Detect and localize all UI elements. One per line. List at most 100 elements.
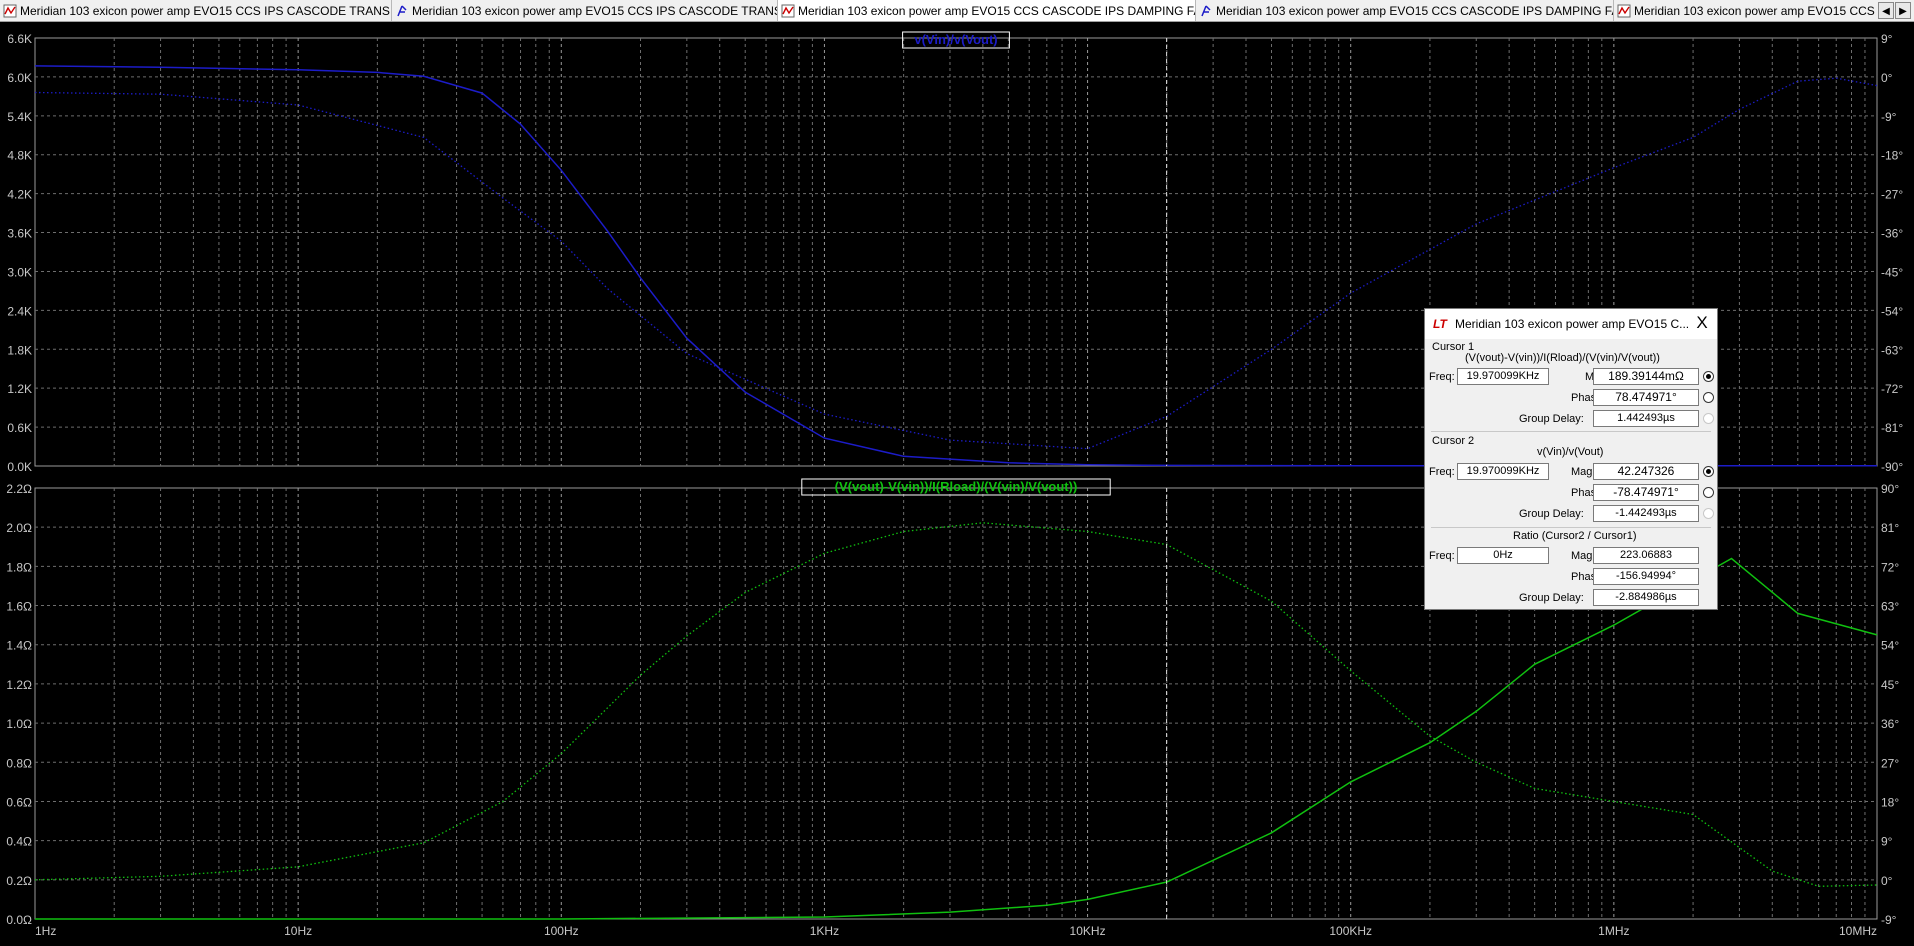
x-tick-label: 1Hz bbox=[35, 924, 56, 938]
y2-tick-label: 18° bbox=[1881, 795, 1899, 809]
cursor2-freq-label: Freq: bbox=[1429, 466, 1455, 478]
tab-damping-factor-waveform[interactable]: Meridian 103 exicon power amp EVO15 CCS … bbox=[778, 0, 1196, 21]
y-tick-label: 2.4K bbox=[7, 304, 32, 318]
y2-tick-label: 0° bbox=[1881, 874, 1893, 888]
y2-tick-label: 0° bbox=[1881, 71, 1893, 85]
x-tick-label: 10MHz bbox=[1839, 924, 1877, 938]
x-tick-label: 1KHz bbox=[810, 924, 839, 938]
dialog-titlebar[interactable]: LT Meridian 103 exicon power amp EVO15 C… bbox=[1425, 309, 1717, 339]
y-tick-label: 5.4K bbox=[7, 110, 32, 124]
tab-label: Meridian 103 exicon power amp EVO15 CCS … bbox=[20, 4, 392, 18]
y2-tick-label: -36° bbox=[1881, 227, 1903, 241]
y-tick-label: 4.2K bbox=[7, 188, 32, 202]
y-tick-label: 3.0K bbox=[7, 265, 32, 279]
y-tick-label: 0.8Ω bbox=[6, 756, 32, 770]
tab-scroll-right-button[interactable]: ▶ bbox=[1895, 2, 1911, 19]
y-tick-label: 1.8K bbox=[7, 343, 32, 357]
schematic-icon bbox=[397, 5, 407, 17]
ratio-phase-field[interactable]: -156.94994° bbox=[1593, 568, 1699, 585]
cursor1-group-delay-field[interactable]: 1.442493µs bbox=[1593, 410, 1699, 427]
y-tick-label: 6.6K bbox=[7, 32, 32, 46]
y2-tick-label: -54° bbox=[1881, 304, 1903, 318]
tab-damping-factor-schematic[interactable]: Meridian 103 exicon power amp EVO15 CCS … bbox=[1196, 0, 1614, 21]
cursor1-mag-field[interactable]: 189.39144mΩ bbox=[1593, 368, 1699, 385]
y-tick-label: 1.8Ω bbox=[6, 560, 32, 574]
x-tick-label: 100KHz bbox=[1329, 924, 1372, 938]
y2-tick-label: 72° bbox=[1881, 560, 1899, 574]
y2-tick-label: -90° bbox=[1881, 460, 1903, 474]
cursor1-freq-field[interactable]: 19.970099KHz bbox=[1457, 368, 1549, 385]
ratio-mag-label: Mag: bbox=[1571, 550, 1596, 562]
cursor1-phase-field[interactable]: 78.474971° bbox=[1593, 389, 1699, 406]
tab-ips-waveform[interactable]: Meridian 103 exicon power amp EVO15 CCS … bbox=[1614, 0, 1876, 21]
cursor2-freq-field[interactable]: 19.970099KHz bbox=[1457, 463, 1549, 480]
trace-title: (V(vout)-V(vin))/I(Rload)/(V(vin)/V(vout… bbox=[835, 479, 1078, 494]
y-tick-label: 0.6K bbox=[7, 421, 32, 435]
y2-tick-label: -9° bbox=[1881, 110, 1897, 124]
y-tick-label: 0.4Ω bbox=[6, 835, 32, 849]
y-tick-label: 6.0K bbox=[7, 71, 32, 85]
cursor1-group-delay-label: Group Delay: bbox=[1519, 413, 1584, 425]
ratio-freq-field[interactable]: 0Hz bbox=[1457, 547, 1549, 564]
x-tick-label: 10KHz bbox=[1070, 924, 1106, 938]
y2-tick-label: 9° bbox=[1881, 32, 1893, 46]
waveform-icon bbox=[1617, 4, 1631, 18]
y-tick-label: 0.6Ω bbox=[6, 795, 32, 809]
x-tick-label: 100Hz bbox=[544, 924, 579, 938]
schematic-icon bbox=[1201, 5, 1211, 17]
y-tick-label: 0.0K bbox=[7, 460, 32, 474]
divider bbox=[1431, 431, 1711, 432]
cursor2-group-delay-field[interactable]: -1.442493µs bbox=[1593, 505, 1699, 522]
y-tick-label: 0.2Ω bbox=[6, 874, 32, 888]
tab-bar: Meridian 103 exicon power amp EVO15 CCS … bbox=[0, 0, 1914, 22]
y-tick-label: 1.0Ω bbox=[6, 717, 32, 731]
y-tick-label: 1.2K bbox=[7, 382, 32, 396]
y2-tick-label: -18° bbox=[1881, 149, 1903, 163]
ratio-group-delay-field[interactable]: -2.884986µs bbox=[1593, 589, 1699, 606]
y2-tick-label: 45° bbox=[1881, 678, 1899, 692]
cursor2-phase-field[interactable]: -78.474971° bbox=[1593, 484, 1699, 501]
cursor2-mag-field[interactable]: 42.247326 bbox=[1593, 463, 1699, 480]
cursor2-phase-radio[interactable] bbox=[1703, 487, 1714, 498]
cursor1-phase-radio[interactable] bbox=[1703, 392, 1714, 403]
tab-label: Meridian 103 exicon power amp EVO15 CCS … bbox=[798, 4, 1196, 18]
tab-scroll-left-button[interactable]: ◀ bbox=[1878, 2, 1894, 19]
ratio-freq-label: Freq: bbox=[1429, 550, 1455, 562]
y-tick-label: 0.0Ω bbox=[6, 913, 32, 927]
tab-transient-waveform[interactable]: Meridian 103 exicon power amp EVO15 CCS … bbox=[0, 0, 392, 21]
y2-tick-label: -27° bbox=[1881, 188, 1903, 202]
x-tick-label: 1MHz bbox=[1598, 924, 1629, 938]
close-icon[interactable]: X bbox=[1691, 312, 1713, 334]
divider bbox=[1431, 527, 1711, 528]
ratio-group-delay-label: Group Delay: bbox=[1519, 592, 1584, 604]
cursor2-group-delay-label: Group Delay: bbox=[1519, 508, 1584, 520]
ltspice-logo-icon: LT bbox=[1433, 317, 1447, 331]
y2-tick-label: -9° bbox=[1881, 913, 1897, 927]
cursor2-header: Cursor 2 bbox=[1432, 435, 1475, 447]
y-tick-label: 1.2Ω bbox=[6, 678, 32, 692]
y2-tick-label: 81° bbox=[1881, 521, 1899, 535]
y-tick-label: 2.2Ω bbox=[6, 482, 32, 496]
tab-label: Meridian 103 exicon power amp EVO15 CCS … bbox=[412, 4, 778, 18]
cursor-dialog: LT Meridian 103 exicon power amp EVO15 C… bbox=[1424, 308, 1718, 610]
cursor1-freq-label: Freq: bbox=[1429, 371, 1455, 383]
y2-tick-label: 36° bbox=[1881, 717, 1899, 731]
trace-title: v(Vin)/v(Vout) bbox=[914, 32, 997, 47]
tab-transient-schematic[interactable]: Meridian 103 exicon power amp EVO15 CCS … bbox=[392, 0, 778, 21]
cursor1-group-delay-radio bbox=[1703, 413, 1714, 424]
cursor1-mag-radio[interactable] bbox=[1703, 371, 1714, 382]
tab-label: Meridian 103 exicon power amp EVO15 CCS … bbox=[1634, 4, 1876, 18]
y-tick-label: 3.6K bbox=[7, 227, 32, 241]
cursor2-mag-radio[interactable] bbox=[1703, 466, 1714, 477]
y2-tick-label: 63° bbox=[1881, 600, 1899, 614]
ratio-header: Ratio (Cursor2 / Cursor1) bbox=[1513, 530, 1637, 542]
y2-tick-label: -81° bbox=[1881, 421, 1903, 435]
waveform-icon bbox=[781, 4, 795, 18]
cursor1-expression: (V(vout)-V(vin))/I(Rload)/(V(vin)/V(vout… bbox=[1465, 352, 1660, 364]
y-tick-label: 2.0Ω bbox=[6, 521, 32, 535]
cursor2-group-delay-radio bbox=[1703, 508, 1714, 519]
cursor2-mag-label: Mag: bbox=[1571, 466, 1596, 478]
ratio-mag-field[interactable]: 223.06883 bbox=[1593, 547, 1699, 564]
y-tick-label: 1.6Ω bbox=[6, 600, 32, 614]
y-tick-label: 1.4Ω bbox=[6, 639, 32, 653]
